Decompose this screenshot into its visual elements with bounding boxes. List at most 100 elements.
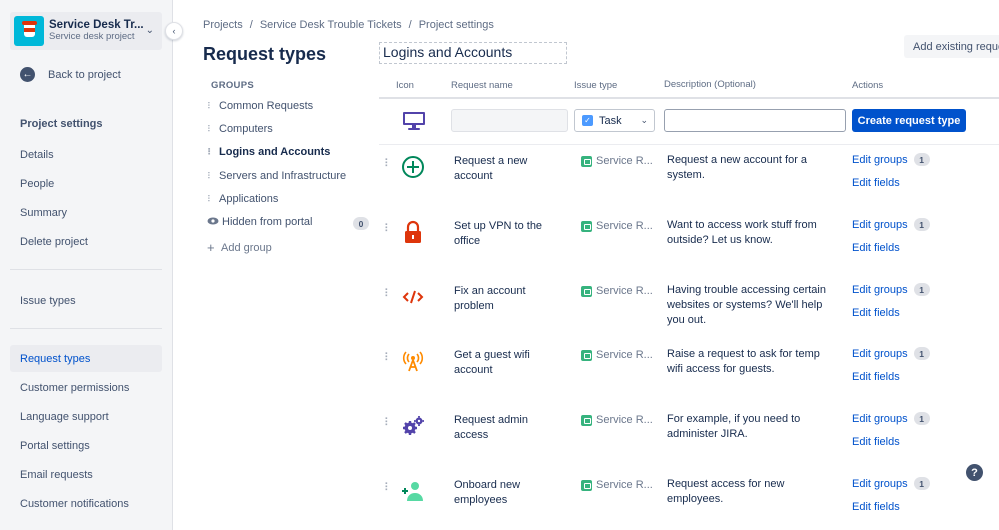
sidebar-item-delete-project[interactable]: Delete project bbox=[10, 228, 162, 255]
request-type-name[interactable]: Get a guest wifi account bbox=[454, 348, 564, 378]
request-type-description: Having trouble accessing certain website… bbox=[667, 284, 826, 326]
edit-fields-link[interactable]: Edit fields bbox=[852, 307, 900, 319]
group-label: Applications bbox=[219, 193, 279, 205]
collapse-sidebar-button[interactable]: ‹ bbox=[165, 22, 183, 40]
edit-fields-link[interactable]: Edit fields bbox=[852, 501, 900, 513]
request-type-name[interactable]: Onboard new employees bbox=[454, 478, 564, 508]
header-icon: Icon bbox=[396, 80, 414, 91]
sidebar: Service Desk Tr... Service desk project … bbox=[0, 0, 173, 530]
group-count-badge: 1 bbox=[913, 477, 930, 490]
header-description-label: Description bbox=[664, 79, 712, 90]
group-label: Logins and Accounts bbox=[219, 146, 331, 158]
service-request-icon bbox=[581, 220, 592, 232]
sidebar-item-language-support[interactable]: Language support bbox=[10, 403, 162, 430]
request-type-name[interactable]: Set up VPN to the office bbox=[454, 219, 564, 249]
request-type-name[interactable]: Request admin access bbox=[454, 413, 564, 443]
group-count-badge: 1 bbox=[913, 347, 930, 360]
create-request-type-button[interactable]: Create request type bbox=[852, 109, 966, 132]
edit-groups-label: Edit groups bbox=[852, 347, 908, 360]
plus-circle-icon bbox=[401, 155, 425, 179]
header-actions: Actions bbox=[852, 80, 884, 91]
edit-groups-link[interactable]: Edit groups 1 bbox=[852, 283, 930, 296]
edit-fields-link[interactable]: Edit fields bbox=[852, 177, 900, 189]
monitor-icon[interactable] bbox=[402, 111, 426, 134]
request-type-description: Want to access work stuff from outside? … bbox=[667, 219, 817, 246]
service-request-icon bbox=[581, 414, 592, 426]
edit-groups-link[interactable]: Edit groups 1 bbox=[852, 218, 930, 231]
code-icon bbox=[401, 285, 425, 309]
header-description: Description (Optional) bbox=[664, 79, 756, 90]
group-item-common-requests[interactable]: ⠇ Common Requests bbox=[207, 100, 313, 112]
sidebar-item-portal-settings[interactable]: Portal settings bbox=[10, 432, 162, 459]
breadcrumb-separator: / bbox=[249, 19, 253, 31]
service-request-icon bbox=[581, 285, 592, 297]
sidebar-item-request-types[interactable]: Request types bbox=[10, 345, 162, 372]
back-label: Back to project bbox=[48, 68, 121, 81]
request-type-name[interactable]: Request a new account bbox=[454, 154, 564, 184]
nav-heading: Project settings bbox=[20, 118, 103, 130]
drag-handle-icon[interactable]: ⠇ bbox=[384, 418, 392, 436]
project-switcher[interactable]: Service Desk Tr... Service desk project … bbox=[10, 12, 162, 50]
drag-handle-icon[interactable]: ⠇ bbox=[207, 147, 219, 158]
drag-handle-icon[interactable]: ⠇ bbox=[384, 483, 392, 501]
gears-icon bbox=[401, 414, 425, 438]
breadcrumb-project[interactable]: Service Desk Trouble Tickets bbox=[260, 19, 402, 31]
issue-type-cell: Service R... bbox=[581, 285, 653, 297]
edit-groups-link[interactable]: Edit groups 1 bbox=[852, 477, 930, 490]
chevron-down-icon: ⌄ bbox=[145, 25, 154, 36]
request-type-name[interactable]: Fix an account problem bbox=[454, 284, 564, 314]
help-button[interactable]: ? bbox=[966, 464, 983, 481]
issue-type-select[interactable]: ✓ Task ⌄ bbox=[574, 109, 655, 132]
edit-groups-link[interactable]: Edit groups 1 bbox=[852, 412, 930, 425]
sidebar-item-issue-types[interactable]: Issue types bbox=[10, 287, 162, 314]
eye-icon bbox=[207, 217, 222, 227]
group-item-applications[interactable]: ⠇ Applications bbox=[207, 193, 278, 205]
group-item-hidden-from-portal[interactable]: Hidden from portal 0 bbox=[207, 216, 369, 230]
edit-groups-label: Edit groups bbox=[852, 412, 908, 425]
request-type-description: For example, if you need to administer J… bbox=[667, 413, 801, 440]
sidebar-item-email-requests[interactable]: Email requests bbox=[10, 461, 162, 488]
drag-handle-icon[interactable]: ⠇ bbox=[384, 224, 392, 242]
sidebar-item-summary[interactable]: Summary bbox=[10, 199, 162, 226]
sidebar-item-customer-notifications[interactable]: Customer notifications bbox=[10, 490, 162, 517]
group-item-computers[interactable]: ⠇ Computers bbox=[207, 123, 273, 135]
edit-fields-link[interactable]: Edit fields bbox=[852, 242, 900, 254]
breadcrumb-settings[interactable]: Project settings bbox=[419, 19, 494, 31]
row-divider bbox=[379, 144, 999, 145]
description-input[interactable] bbox=[664, 109, 846, 132]
edit-fields-link[interactable]: Edit fields bbox=[852, 436, 900, 448]
issue-type-cell: Service R... bbox=[581, 349, 653, 361]
issue-type-label: Service R... bbox=[596, 155, 653, 167]
drag-handle-icon[interactable]: ⠇ bbox=[384, 159, 392, 177]
edit-groups-link[interactable]: Edit groups 1 bbox=[852, 347, 930, 360]
group-item-logins-and-accounts[interactable]: ⠇ Logins and Accounts bbox=[207, 146, 330, 158]
group-label: Servers and Infrastructure bbox=[219, 170, 347, 182]
drag-handle-icon[interactable]: ⠇ bbox=[384, 353, 392, 371]
edit-fields-link[interactable]: Edit fields bbox=[852, 371, 900, 383]
drag-handle-icon[interactable]: ⠇ bbox=[207, 124, 219, 135]
issue-type-label: Service R... bbox=[596, 349, 653, 361]
drag-handle-icon[interactable]: ⠇ bbox=[207, 194, 219, 205]
chevron-down-icon: ⌄ bbox=[640, 115, 648, 125]
sidebar-item-customer-permissions[interactable]: Customer permissions bbox=[10, 374, 162, 401]
breadcrumb: Projects / Service Desk Trouble Tickets … bbox=[203, 19, 494, 31]
sidebar-item-people[interactable]: People bbox=[10, 170, 162, 197]
service-request-icon bbox=[581, 155, 592, 167]
back-to-project-link[interactable]: ← Back to project bbox=[20, 67, 121, 82]
edit-groups-link[interactable]: Edit groups 1 bbox=[852, 153, 930, 166]
breadcrumb-projects[interactable]: Projects bbox=[203, 19, 243, 31]
group-title-editable[interactable]: Logins and Accounts bbox=[379, 42, 567, 64]
drag-handle-icon[interactable]: ⠇ bbox=[207, 171, 219, 182]
divider bbox=[10, 328, 162, 329]
issue-type-label: Service R... bbox=[596, 285, 653, 297]
add-existing-button[interactable]: Add existing request type bbox=[904, 35, 999, 58]
drag-handle-icon[interactable]: ⠇ bbox=[384, 289, 392, 307]
sidebar-item-details[interactable]: Details bbox=[10, 141, 162, 168]
drag-handle-icon[interactable]: ⠇ bbox=[207, 101, 219, 112]
service-request-icon bbox=[581, 349, 592, 361]
project-type: Service desk project bbox=[49, 31, 135, 43]
add-group-button[interactable]: + Add group bbox=[207, 240, 272, 255]
header-description-hint: (Optional) bbox=[714, 79, 756, 90]
group-item-servers[interactable]: ⠇ Servers and Infrastructure bbox=[207, 170, 346, 182]
request-name-input[interactable] bbox=[451, 109, 568, 132]
